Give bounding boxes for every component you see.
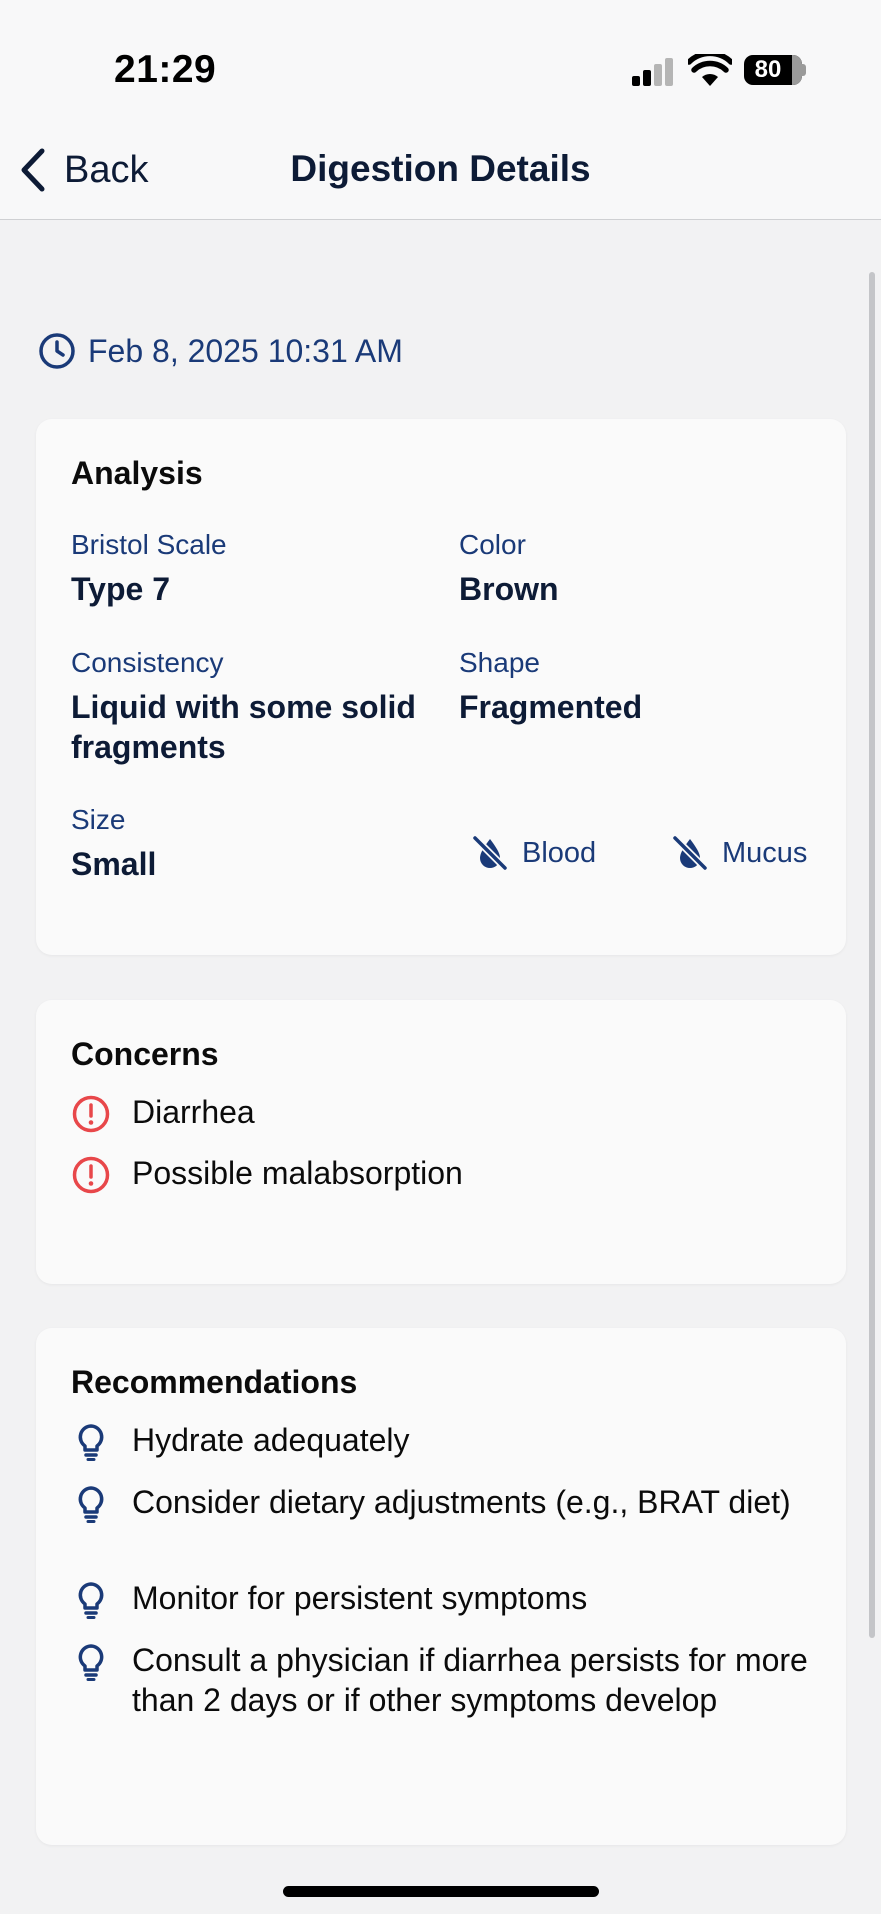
recommendation-item: Consult a physician if diarrhea persists… bbox=[71, 1640, 811, 1720]
lightbulb-icon bbox=[78, 1582, 104, 1619]
exclamation-circle-icon bbox=[72, 1095, 110, 1133]
battery-level: 80 bbox=[754, 56, 782, 83]
timestamp-text: Feb 8, 2025 10:31 AM bbox=[88, 332, 403, 369]
status-time: 21:29 bbox=[114, 48, 217, 91]
home-indicator[interactable] bbox=[283, 1886, 599, 1897]
concerns-card: Concerns Diarrhea Possible malabsorption bbox=[36, 1000, 846, 1284]
exclamation-circle-icon bbox=[72, 1156, 110, 1194]
concerns-title: Concerns bbox=[71, 1036, 219, 1072]
mucus-label: Mucus bbox=[722, 836, 808, 869]
concern-text: Diarrhea bbox=[132, 1094, 255, 1130]
recommendation-text: Hydrate adequately bbox=[132, 1422, 410, 1458]
mucus-indicator: Mucus bbox=[670, 833, 807, 873]
lightbulb-icon bbox=[78, 1644, 104, 1681]
concern-item: Diarrhea bbox=[71, 1092, 811, 1134]
wifi-icon bbox=[688, 54, 732, 86]
concern-text: Possible malabsorption bbox=[132, 1155, 463, 1191]
shape-value: Fragmented bbox=[459, 689, 643, 725]
drop-slash-icon bbox=[671, 834, 709, 872]
consistency-label: Consistency bbox=[71, 647, 224, 678]
color-label: Color bbox=[459, 529, 526, 560]
bristol-scale-label: Bristol Scale bbox=[71, 529, 227, 560]
status-bar: 21:29 80 bbox=[0, 0, 881, 120]
recommendation-item: Monitor for persistent symptoms bbox=[71, 1578, 811, 1620]
concern-item: Possible malabsorption bbox=[71, 1153, 811, 1195]
shape-label: Shape bbox=[459, 647, 540, 678]
battery-tip bbox=[801, 64, 806, 76]
blood-label: Blood bbox=[522, 836, 597, 869]
navigation-bar: Back Digestion Details bbox=[0, 120, 881, 220]
lightbulb-icon bbox=[78, 1486, 104, 1523]
bristol-scale-value: Type 7 bbox=[71, 571, 170, 607]
cellular-signal-icon bbox=[632, 58, 676, 86]
analysis-card: Analysis Bristol Scale Type 7 Color Brow… bbox=[36, 419, 846, 955]
recommendation-text: Consult a physician if diarrhea persists… bbox=[132, 1642, 808, 1718]
blood-indicator: Blood bbox=[470, 833, 596, 873]
recommendation-item: Consider dietary adjustments (e.g., BRAT… bbox=[71, 1482, 811, 1524]
scroll-indicator[interactable] bbox=[869, 272, 875, 1638]
battery-icon: 80 bbox=[744, 55, 802, 85]
timestamp-row: Feb 8, 2025 10:31 AM bbox=[38, 332, 403, 370]
recommendations-card: Recommendations Hydrate adequately Consi… bbox=[36, 1328, 846, 1845]
recommendation-item: Hydrate adequately bbox=[71, 1420, 811, 1462]
consistency-value: Liquid with some solid fragments bbox=[71, 689, 416, 765]
recommendations-title: Recommendations bbox=[71, 1364, 358, 1400]
recommendation-text: Monitor for persistent symptoms bbox=[132, 1580, 588, 1616]
analysis-title: Analysis bbox=[71, 455, 203, 491]
clock-icon bbox=[39, 333, 75, 369]
size-label: Size bbox=[71, 804, 126, 835]
drop-slash-icon bbox=[471, 834, 509, 872]
size-value: Small bbox=[71, 846, 157, 882]
recommendation-text: Consider dietary adjustments (e.g., BRAT… bbox=[132, 1484, 791, 1520]
color-value: Brown bbox=[459, 571, 559, 607]
page-title: Digestion Details bbox=[290, 148, 591, 189]
digestion-details-screen: 21:29 80 Back Digestion Details Feb 8, 2… bbox=[0, 0, 881, 1914]
lightbulb-icon bbox=[78, 1424, 104, 1461]
